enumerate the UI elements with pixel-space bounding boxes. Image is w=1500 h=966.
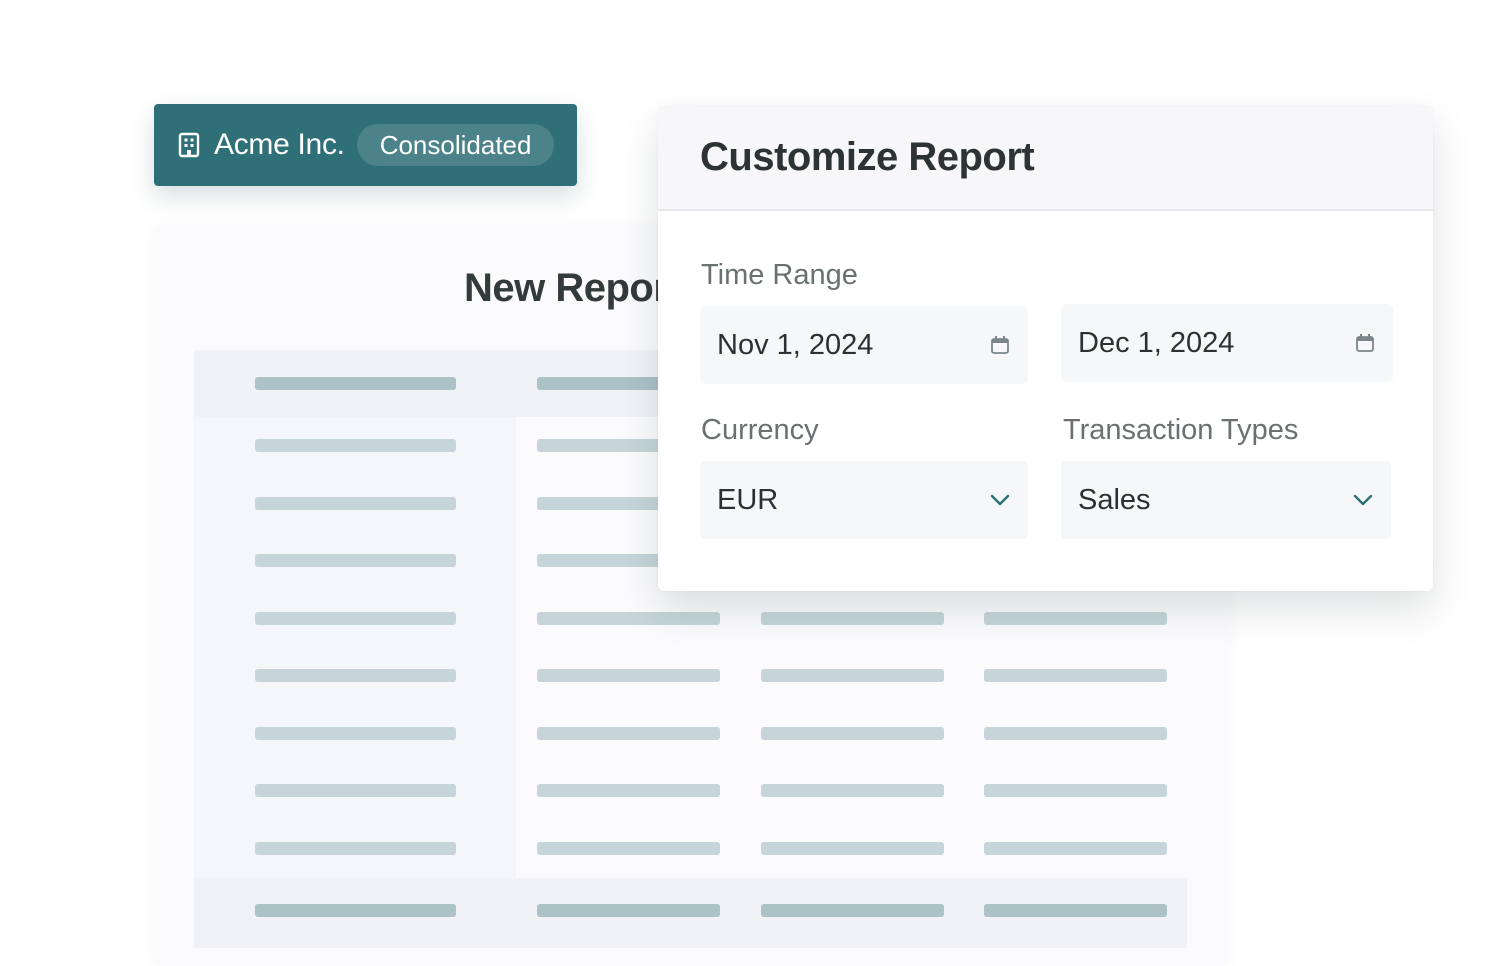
panel-header: Customize Report — [658, 106, 1433, 211]
placeholder-bar — [537, 727, 720, 740]
currency-label: Currency — [701, 414, 819, 446]
placeholder-bar — [984, 842, 1167, 855]
customize-report-panel: Customize Report Time Range Nov 1, 2024 … — [658, 106, 1433, 591]
panel-title: Customize Report — [700, 135, 1035, 179]
placeholder-bar — [255, 439, 456, 452]
placeholder-bar — [255, 377, 456, 390]
placeholder-bar — [984, 784, 1167, 797]
transaction-types-label: Transaction Types — [1063, 414, 1299, 446]
placeholder-bar — [984, 904, 1167, 917]
placeholder-bar — [537, 612, 720, 625]
calendar-icon[interactable] — [990, 335, 1010, 355]
placeholder-bar — [255, 554, 456, 567]
placeholder-bar — [761, 669, 944, 682]
start-date-field[interactable]: Nov 1, 2024 — [700, 306, 1028, 384]
placeholder-bar — [761, 904, 944, 917]
table-first-column-band — [194, 417, 516, 878]
placeholder-bar — [761, 612, 944, 625]
building-icon — [178, 132, 200, 158]
placeholder-bar — [537, 842, 720, 855]
company-name: Acme Inc. — [214, 128, 345, 161]
placeholder-bar — [984, 612, 1167, 625]
placeholder-bar — [984, 727, 1167, 740]
placeholder-bar — [255, 727, 456, 740]
placeholder-bar — [761, 842, 944, 855]
chevron-down-icon[interactable] — [1353, 494, 1373, 506]
placeholder-bar — [761, 784, 944, 797]
placeholder-bar — [255, 842, 456, 855]
placeholder-bar — [255, 784, 456, 797]
transaction-types-select[interactable]: Sales — [1061, 461, 1391, 539]
placeholder-bar — [255, 904, 456, 917]
end-date-field[interactable]: Dec 1, 2024 — [1061, 304, 1393, 382]
placeholder-bar — [255, 669, 456, 682]
transaction-types-value: Sales — [1078, 483, 1151, 516]
placeholder-bar — [761, 727, 944, 740]
report-title: New Report — [464, 266, 682, 310]
placeholder-bar — [255, 497, 456, 510]
calendar-icon[interactable] — [1355, 333, 1375, 353]
chevron-down-icon[interactable] — [990, 494, 1010, 506]
start-date-value: Nov 1, 2024 — [717, 328, 874, 361]
placeholder-bar — [537, 784, 720, 797]
placeholder-bar — [984, 669, 1167, 682]
time-range-label: Time Range — [701, 259, 858, 291]
placeholder-bar — [537, 669, 720, 682]
consolidated-badge: Consolidated — [356, 124, 555, 166]
end-date-value: Dec 1, 2024 — [1078, 326, 1235, 359]
currency-select[interactable]: EUR — [700, 461, 1028, 539]
placeholder-bar — [255, 612, 456, 625]
placeholder-bar — [537, 904, 720, 917]
currency-value: EUR — [717, 483, 779, 516]
company-selector[interactable]: Acme Inc. Consolidated — [154, 104, 577, 186]
